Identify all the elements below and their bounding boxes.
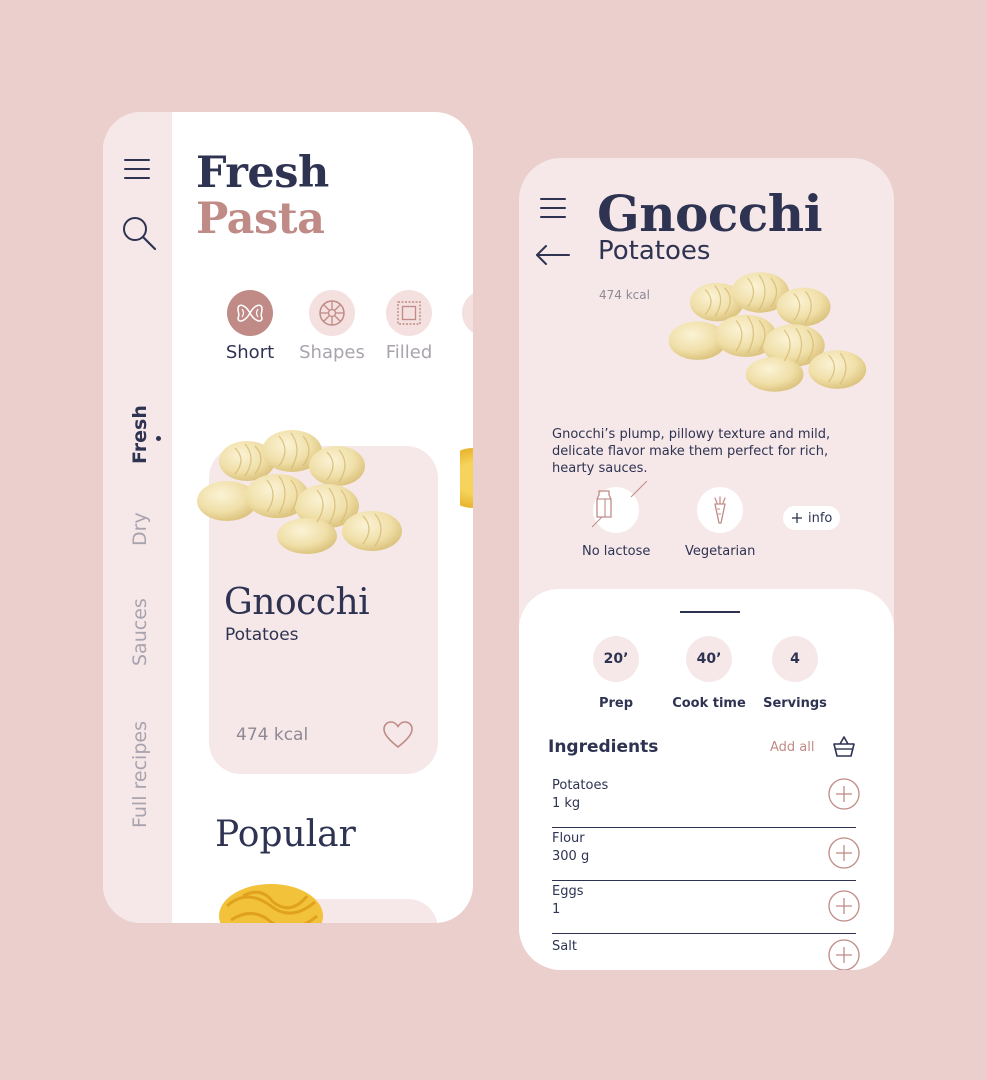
gnocchi-image xyxy=(196,429,403,555)
ingredient-name: Flour xyxy=(552,831,585,846)
long-pasta-icon xyxy=(471,299,473,327)
page-title-line2: Pasta xyxy=(196,194,325,244)
add-ingredient-icon[interactable] xyxy=(828,778,860,810)
carrot-icon xyxy=(714,496,726,524)
ingredient-row: Potatoes 1 kg xyxy=(552,774,860,828)
stat-value: 20’ xyxy=(593,636,639,682)
stat-label: Cook time xyxy=(672,696,746,711)
ingredient-row: Flour 300 g xyxy=(552,827,860,881)
ingredient-name: Eggs xyxy=(552,884,584,899)
basket-icon[interactable] xyxy=(832,734,856,758)
tagliatelle-image xyxy=(219,884,323,923)
featured-recipe-subtitle: Potatoes xyxy=(225,625,299,645)
add-ingredient-icon[interactable] xyxy=(828,837,860,869)
sheet-drag-handle[interactable] xyxy=(680,611,740,613)
recipe-detail-screen: Gnocchi Potatoes 474 kcal Gnocchi’s plum… xyxy=(519,158,894,970)
category-label: Filled xyxy=(385,342,433,363)
category-shapes[interactable]: Shapes xyxy=(290,290,374,363)
milk-carton-icon xyxy=(591,490,612,528)
diet-tag-no-lactose: No lactose xyxy=(582,480,651,559)
heart-icon[interactable] xyxy=(382,720,414,750)
menu-icon[interactable] xyxy=(124,159,150,179)
ravioli-icon xyxy=(397,301,421,325)
farfalle-icon xyxy=(237,304,263,322)
rail-tab-full-recipes[interactable]: Full recipes xyxy=(129,721,151,828)
ingredient-name: Potatoes xyxy=(552,778,609,793)
menu-icon[interactable] xyxy=(540,198,566,218)
stat-cook-time: 40’ Cook time xyxy=(659,636,759,711)
stat-label: Prep xyxy=(598,696,634,711)
ingredient-quantity: 1 kg xyxy=(552,796,581,811)
recipe-details-sheet: 20’ Prep 40’ Cook time 4 Servings Ingred… xyxy=(519,589,894,970)
ingredient-name: Salt xyxy=(552,939,577,954)
stat-servings: 4 Servings xyxy=(745,636,845,711)
ingredient-row: Eggs 1 xyxy=(552,880,860,934)
category-label: Lo xyxy=(443,342,473,363)
popular-heading: Popular xyxy=(215,814,356,855)
ingredient-quantity: 300 g xyxy=(552,849,590,864)
stat-prep: 20’ Prep xyxy=(566,636,666,711)
recipe-description: Gnocchi’s plump, pillowy texture and mil… xyxy=(552,427,831,476)
ingredient-quantity: 1 xyxy=(552,902,561,917)
diet-tag-label: Vegetarian xyxy=(685,544,756,559)
category-short[interactable]: Short xyxy=(208,290,292,363)
recipes-list-screen: Fresh Dry Sauces Full recipes Fresh Past… xyxy=(103,112,473,923)
active-indicator-dot xyxy=(156,436,161,441)
diet-tag-label: No lactose xyxy=(582,544,651,559)
plus-icon xyxy=(792,513,802,523)
rail-tab-dry[interactable]: Dry xyxy=(129,512,151,546)
recipe-title: Gnocchi xyxy=(597,184,823,243)
info-label: info xyxy=(808,510,833,526)
info-button[interactable]: info xyxy=(783,506,841,530)
next-card-pasta-image xyxy=(460,432,473,524)
recipe-kcal: 474 kcal xyxy=(599,288,650,302)
rail-tab-fresh[interactable]: Fresh xyxy=(129,405,151,464)
rail-tab-sauces[interactable]: Sauces xyxy=(129,598,151,666)
featured-recipe-name: Gnocchi xyxy=(224,582,370,623)
category-label: Short xyxy=(225,342,275,363)
stat-value: 4 xyxy=(772,636,818,682)
strike-line-icon xyxy=(630,480,648,498)
category-label: Shapes xyxy=(299,342,365,363)
side-rail: Fresh Dry Sauces Full recipes xyxy=(103,112,172,923)
stat-label: Servings xyxy=(763,696,827,711)
back-arrow-icon[interactable] xyxy=(535,244,571,266)
diet-tag-vegetarian: Vegetarian xyxy=(685,487,755,559)
featured-recipe-kcal: 474 kcal xyxy=(236,725,309,745)
ingredient-row: Salt xyxy=(552,933,860,970)
category-filled[interactable]: Filled xyxy=(367,290,451,363)
add-ingredient-icon[interactable] xyxy=(828,939,860,970)
page-title-line1: Fresh xyxy=(196,148,329,198)
wheel-pasta-icon xyxy=(319,300,345,326)
add-ingredient-icon[interactable] xyxy=(828,890,860,922)
ingredients-heading: Ingredients xyxy=(548,737,659,757)
stat-value: 40’ xyxy=(686,636,732,682)
search-icon[interactable] xyxy=(121,215,157,251)
category-long[interactable]: Lo xyxy=(443,290,473,363)
gnocchi-image xyxy=(668,271,867,393)
add-all-button[interactable]: Add all xyxy=(770,740,815,755)
